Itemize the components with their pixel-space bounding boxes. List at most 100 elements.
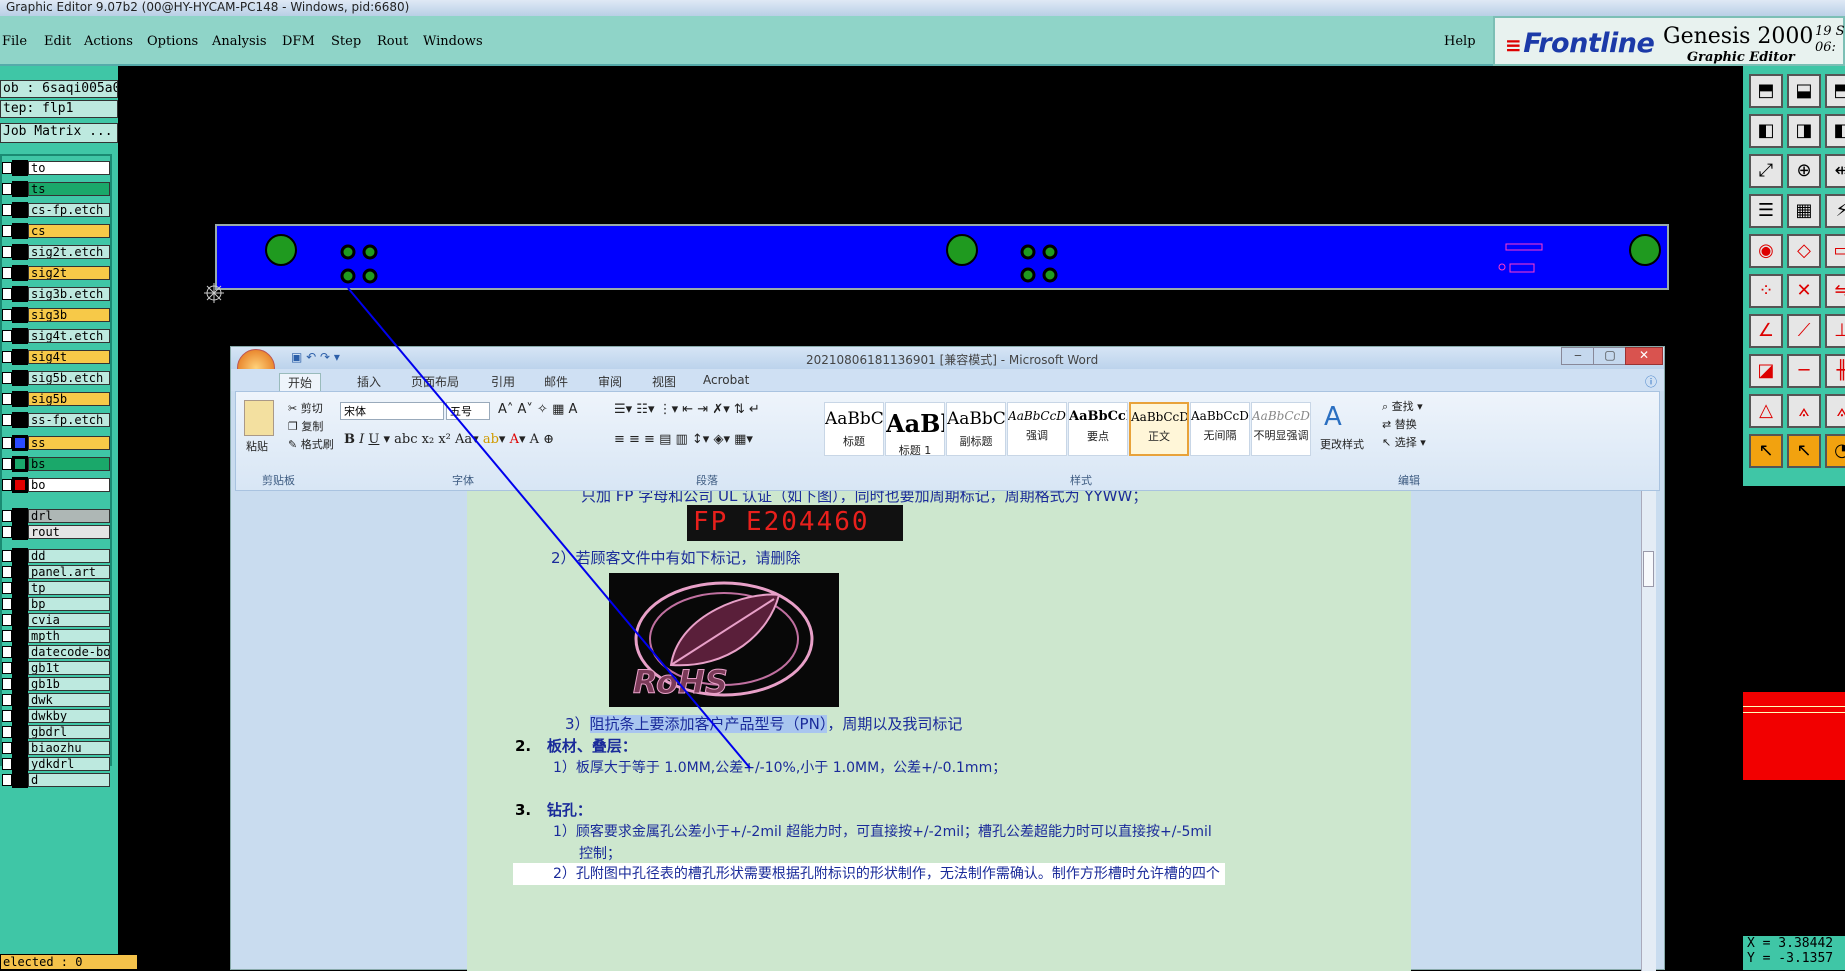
layer-row[interactable]: drl — [2, 508, 112, 524]
layer-checkbox[interactable] — [2, 437, 12, 449]
quick-access-icons[interactable]: ▣ ↶ ↷ ▾ — [291, 350, 340, 364]
layer-row[interactable]: cs-fp.etch — [2, 202, 112, 218]
layer-name[interactable]: drl — [28, 509, 110, 523]
style-option[interactable]: AaBbCcDc 不明显强调 — [1251, 402, 1311, 456]
line-tool-icon[interactable]: ╫ — [1825, 354, 1845, 388]
menu-dfm[interactable]: DFM — [282, 34, 315, 49]
layer-name[interactable]: sig3b — [28, 308, 110, 322]
layer-row[interactable]: ss-fp.etch — [2, 412, 112, 428]
layer-checkbox[interactable] — [2, 630, 12, 642]
view-tool-icon[interactable]: ⇹ — [1825, 154, 1845, 188]
layer-checkbox[interactable] — [2, 414, 12, 426]
layer-name[interactable]: tp — [28, 581, 110, 595]
menu-windows[interactable]: Windows — [423, 34, 483, 49]
layer-checkbox[interactable] — [2, 510, 12, 522]
layer-name[interactable]: to — [28, 161, 110, 175]
shape-tool-icon[interactable]: ◉ — [1749, 234, 1783, 268]
select-tool-icon[interactable]: ◔ — [1825, 434, 1845, 468]
font-size-select[interactable]: 五号 — [446, 402, 490, 420]
layer-row[interactable]: sig2t.etch — [2, 244, 112, 260]
layer-row[interactable]: bs — [2, 456, 112, 472]
angle-tool-icon[interactable]: ⊥ — [1825, 314, 1845, 348]
layer-name[interactable]: gb1b — [28, 677, 110, 691]
layer-affected-toggle[interactable] — [12, 202, 28, 218]
layer-name[interactable]: sig5b.etch — [28, 371, 110, 385]
menu-analysis[interactable]: Analysis — [212, 34, 267, 49]
layer-checkbox[interactable] — [2, 646, 12, 658]
move-tool-icon[interactable]: ⬓ — [1787, 74, 1821, 108]
step-field[interactable]: tep: flp1 — [0, 100, 118, 118]
layer-checkbox[interactable] — [2, 225, 12, 237]
layer-checkbox[interactable] — [2, 758, 12, 770]
layer-affected-toggle[interactable] — [12, 391, 28, 407]
layer-name[interactable]: sig2t — [28, 266, 110, 280]
layer-row[interactable]: ydkdrl — [2, 756, 112, 772]
layer-name[interactable]: rout — [28, 525, 110, 539]
style-option[interactable]: AaBbC 标题 — [824, 402, 884, 456]
layer-checkbox[interactable] — [2, 566, 12, 578]
layer-row[interactable]: dwkby — [2, 708, 112, 724]
help-icon[interactable]: ⓘ — [1645, 373, 1657, 390]
layer-affected-toggle[interactable] — [12, 596, 28, 612]
line-tool-icon[interactable]: ─ — [1787, 354, 1821, 388]
layer-affected-toggle[interactable] — [12, 708, 28, 724]
layer-row[interactable]: sig4t.etch — [2, 328, 112, 344]
layer-checkbox[interactable] — [2, 526, 12, 538]
layer-affected-toggle[interactable] — [12, 740, 28, 756]
find-button[interactable]: ⌕ 查找 ▾ — [1382, 398, 1423, 414]
layer-row[interactable]: rout — [2, 524, 112, 540]
tab-review[interactable]: 审阅 — [598, 373, 622, 390]
style-option[interactable]: AaBbCcD 要点 — [1068, 402, 1128, 456]
layer-name[interactable]: dwkby — [28, 709, 110, 723]
format-painter-button[interactable]: ✎ 格式刷 — [288, 436, 334, 452]
layer-checkbox[interactable] — [2, 246, 12, 258]
layer-affected-toggle[interactable] — [12, 724, 28, 740]
style-option[interactable]: AaBbCcDc 正文 — [1129, 402, 1189, 456]
layer-name[interactable]: sig4t — [28, 350, 110, 364]
layer-name[interactable]: ts — [28, 182, 110, 196]
layer-checkbox[interactable] — [2, 288, 12, 300]
layer-row[interactable]: sig5b — [2, 391, 112, 407]
layer-row[interactable]: cvia — [2, 612, 112, 628]
move-tool-icon[interactable]: ⬒ — [1825, 74, 1845, 108]
style-option[interactable]: AaBbC 副标题 — [946, 402, 1006, 456]
layer-checkbox[interactable] — [2, 183, 12, 195]
scrollbar-thumb[interactable] — [1643, 551, 1654, 587]
layer-affected-toggle[interactable] — [12, 508, 28, 524]
layer-checkbox[interactable] — [2, 710, 12, 722]
menu-rout[interactable]: Rout — [377, 34, 408, 49]
select-tool-icon[interactable]: ↖ — [1787, 434, 1821, 468]
layer-name[interactable]: ss-fp.etch — [28, 413, 110, 427]
layer-affected-toggle[interactable] — [12, 435, 28, 451]
layer-row[interactable]: ts — [2, 181, 112, 197]
poly-tool-icon[interactable]: ⟑ — [1787, 394, 1821, 428]
layer-row[interactable]: d — [2, 772, 112, 788]
document-page[interactable]: 只加 FP 字母和公司 UL 认证（如下图），同时也要加周期标记，周期格式为 Y… — [467, 491, 1411, 971]
layer-name[interactable]: mpth — [28, 629, 110, 643]
layer-checkbox[interactable] — [2, 662, 12, 674]
snap-tool-icon[interactable]: ⇋ — [1825, 274, 1845, 308]
layer-checkbox[interactable] — [2, 614, 12, 626]
menu-actions[interactable]: Actions — [84, 34, 133, 49]
layer-affected-toggle[interactable] — [12, 564, 28, 580]
layer-affected-toggle[interactable] — [12, 160, 28, 176]
layer-row[interactable]: sig3b — [2, 307, 112, 323]
layer-row[interactable]: bo — [2, 477, 112, 493]
maximize-button[interactable]: ▢ — [1593, 347, 1627, 365]
layer-name[interactable]: panel.art — [28, 565, 110, 579]
shape-tool-icon[interactable]: ◇ — [1787, 234, 1821, 268]
layer-name[interactable]: sig4t.etch — [28, 329, 110, 343]
layer-checkbox[interactable] — [2, 372, 12, 384]
layer-checkbox[interactable] — [2, 726, 12, 738]
layer-affected-toggle[interactable] — [12, 628, 28, 644]
layer-checkbox[interactable] — [2, 694, 12, 706]
tab-references[interactable]: 引用 — [491, 373, 515, 390]
menu-help[interactable]: Help — [1444, 34, 1476, 49]
change-styles-icon[interactable]: A — [1324, 402, 1342, 432]
layer-affected-toggle[interactable] — [12, 370, 28, 386]
poly-tool-icon[interactable]: △ — [1749, 394, 1783, 428]
layer-affected-toggle[interactable] — [12, 692, 28, 708]
layer-affected-toggle[interactable] — [12, 660, 28, 676]
layer-affected-toggle[interactable] — [12, 456, 28, 472]
layer-name[interactable]: ss — [28, 436, 110, 450]
